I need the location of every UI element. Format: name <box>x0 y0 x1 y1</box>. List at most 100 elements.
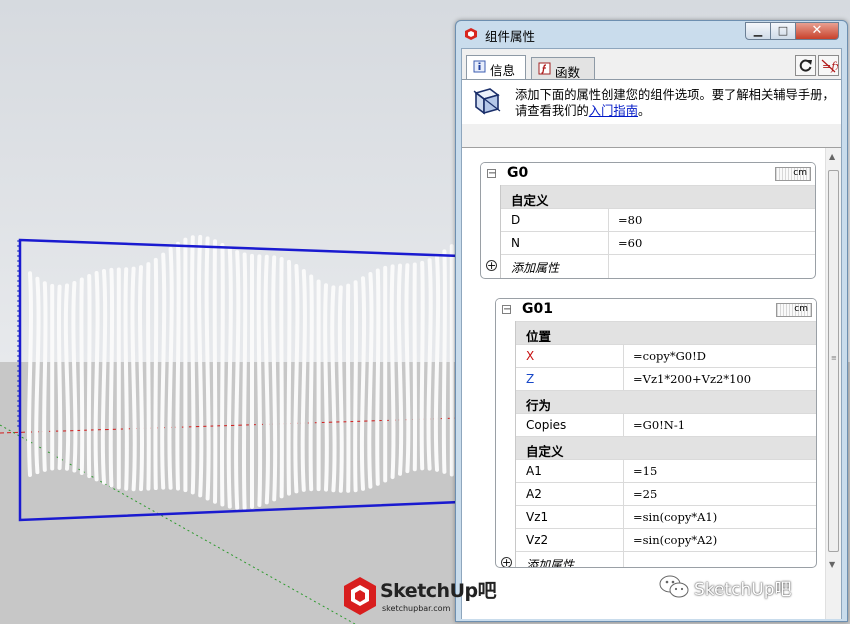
attribute-row[interactable]: Vz1 =sin(copy*A1) <box>516 505 816 529</box>
slat <box>404 263 411 474</box>
attribute-value[interactable]: =sin(copy*A2) <box>633 533 717 547</box>
column-divider <box>623 368 624 391</box>
maximize-button[interactable]: □ <box>770 22 796 40</box>
unit-label: cm <box>793 168 807 178</box>
attribute-row[interactable]: X =copy*G0!D <box>516 344 816 368</box>
slat <box>130 266 137 492</box>
add-attribute-icon[interactable]: + <box>486 260 497 271</box>
attribute-row[interactable]: N =60 <box>501 231 815 255</box>
wave-slats[interactable] <box>27 234 454 510</box>
attribute-key: A2 <box>526 487 542 501</box>
slat <box>175 241 181 491</box>
attribute-value[interactable]: =15 <box>633 464 657 478</box>
units-ruler-icon[interactable]: cm <box>776 303 812 317</box>
slat <box>256 254 263 507</box>
refresh-button[interactable] <box>795 55 816 76</box>
component-attributes-dialog: 组件属性 ▁ □ ✕ 信息 函数 =f 添加下面的属性创建您的组件选项。要了解相… <box>455 20 848 622</box>
vertical-scrollbar[interactable]: ▲ ≡ ▼ <box>825 148 841 619</box>
slat <box>71 280 78 473</box>
component-header: − G01 cm <box>496 299 816 321</box>
slat <box>426 258 433 471</box>
attribute-group-header: 位置 <box>516 321 816 345</box>
attribute-row[interactable]: A1 =15 <box>516 459 816 483</box>
close-button[interactable]: ✕ <box>795 22 839 40</box>
attribute-value[interactable]: =sin(copy*A1) <box>633 510 717 524</box>
dialog-titlebar[interactable]: 组件属性 ▁ □ ✕ <box>456 21 847 47</box>
attribute-value[interactable]: =G0!N-1 <box>633 418 685 432</box>
attribute-value[interactable]: =Vz1*200+Vz2*100 <box>633 372 751 386</box>
column-divider <box>608 232 609 255</box>
info-text-end: 。 <box>638 104 651 118</box>
collapse-toggle[interactable]: − <box>487 169 496 179</box>
attribute-row[interactable]: D =80 <box>501 208 815 232</box>
attribute-row[interactable]: Z =Vz1*200+Vz2*100 <box>516 367 816 391</box>
slat <box>234 250 241 510</box>
tab-functions[interactable]: 函数 <box>531 57 595 80</box>
attribute-key: Z <box>526 372 535 386</box>
component-panel-g0: − G0 cm 自定义 D =80 N =60 + 添加属性 <box>480 162 816 279</box>
scrollbar-thumb[interactable]: ≡ <box>828 170 839 552</box>
slat <box>345 283 351 493</box>
wechat-account-name: SketchUp吧 <box>694 580 792 600</box>
column-divider <box>608 255 609 278</box>
refresh-icon <box>799 59 812 72</box>
slat <box>396 263 404 476</box>
logo-wordmark: SketchUp吧 <box>380 580 497 602</box>
add-attribute-row[interactable]: + 添加属性 <box>501 551 816 568</box>
units-ruler-icon[interactable]: cm <box>775 167 811 181</box>
component-header: − G0 cm <box>481 163 815 185</box>
slat <box>190 235 196 495</box>
wechat-icon <box>659 575 689 598</box>
attribute-row[interactable]: Copies =G0!N-1 <box>516 413 816 437</box>
slat <box>86 274 92 479</box>
slat <box>433 254 441 472</box>
column-divider <box>623 552 624 567</box>
component-panel-g01: − G01 cm 位置 X =copy*G0!D Z =Vz1*200+Vz2*… <box>495 298 817 568</box>
slat <box>197 234 204 498</box>
component-box-icon <box>473 88 501 115</box>
slat <box>226 246 233 509</box>
attribute-value[interactable]: =80 <box>618 213 642 227</box>
info-icon <box>473 60 486 73</box>
collapse-toggle[interactable]: − <box>502 305 511 315</box>
add-attribute-icon[interactable]: + <box>501 557 512 567</box>
getting-started-link[interactable]: 入门指南 <box>589 104 638 118</box>
attribute-key: D <box>511 213 521 227</box>
slat <box>353 280 359 493</box>
slat <box>63 283 71 471</box>
scroll-down-icon[interactable]: ▼ <box>829 560 835 569</box>
minimize-icon: ▁ <box>753 24 763 37</box>
tab-info[interactable]: 信息 <box>466 55 526 80</box>
info-description: 添加下面的属性创建您的组件选项。要了解相关辅导手册，请查看我们的入门指南。 <box>515 87 837 119</box>
attribute-value[interactable]: =60 <box>618 236 642 250</box>
info-text-main: 添加下面的属性创建您的组件选项。要了解相关辅导手册，请查看我们的 <box>515 88 835 118</box>
slat <box>367 272 374 489</box>
slat <box>359 276 367 491</box>
attribute-table: 自定义 D =80 N =60 + 添加属性 <box>486 185 815 278</box>
add-attribute-row[interactable]: + 添加属性 <box>486 254 815 278</box>
toggle-formula-view-button[interactable]: =fx <box>818 55 842 76</box>
slat <box>323 283 329 492</box>
attribute-row[interactable]: Vz2 =sin(copy*A2) <box>516 528 816 552</box>
component-name: G0 <box>507 165 529 181</box>
attribute-key: A1 <box>526 464 542 478</box>
minimize-button[interactable]: ▁ <box>745 22 771 40</box>
slat <box>27 271 33 477</box>
logo-url: sketchupbar.com <box>382 604 451 613</box>
add-attribute-label: 添加属性 <box>526 558 575 568</box>
slat <box>93 271 100 482</box>
attribute-row[interactable]: A2 =25 <box>516 482 816 506</box>
slat <box>441 249 447 474</box>
slat <box>153 257 159 491</box>
slat <box>146 262 151 491</box>
scroll-up-icon[interactable]: ▲ <box>829 152 835 161</box>
close-icon: ✕ <box>811 23 823 38</box>
attribute-value[interactable]: =copy*G0!D <box>633 349 706 363</box>
slat <box>279 257 284 499</box>
slat <box>167 247 174 490</box>
slat <box>308 274 314 492</box>
attribute-value[interactable]: =25 <box>633 487 657 501</box>
attribute-group-header: 行为 <box>516 390 816 414</box>
slat <box>138 265 144 492</box>
attributes-pane[interactable]: − G0 cm 自定义 D =80 N =60 + 添加属性 − G01 cm … <box>462 147 841 619</box>
